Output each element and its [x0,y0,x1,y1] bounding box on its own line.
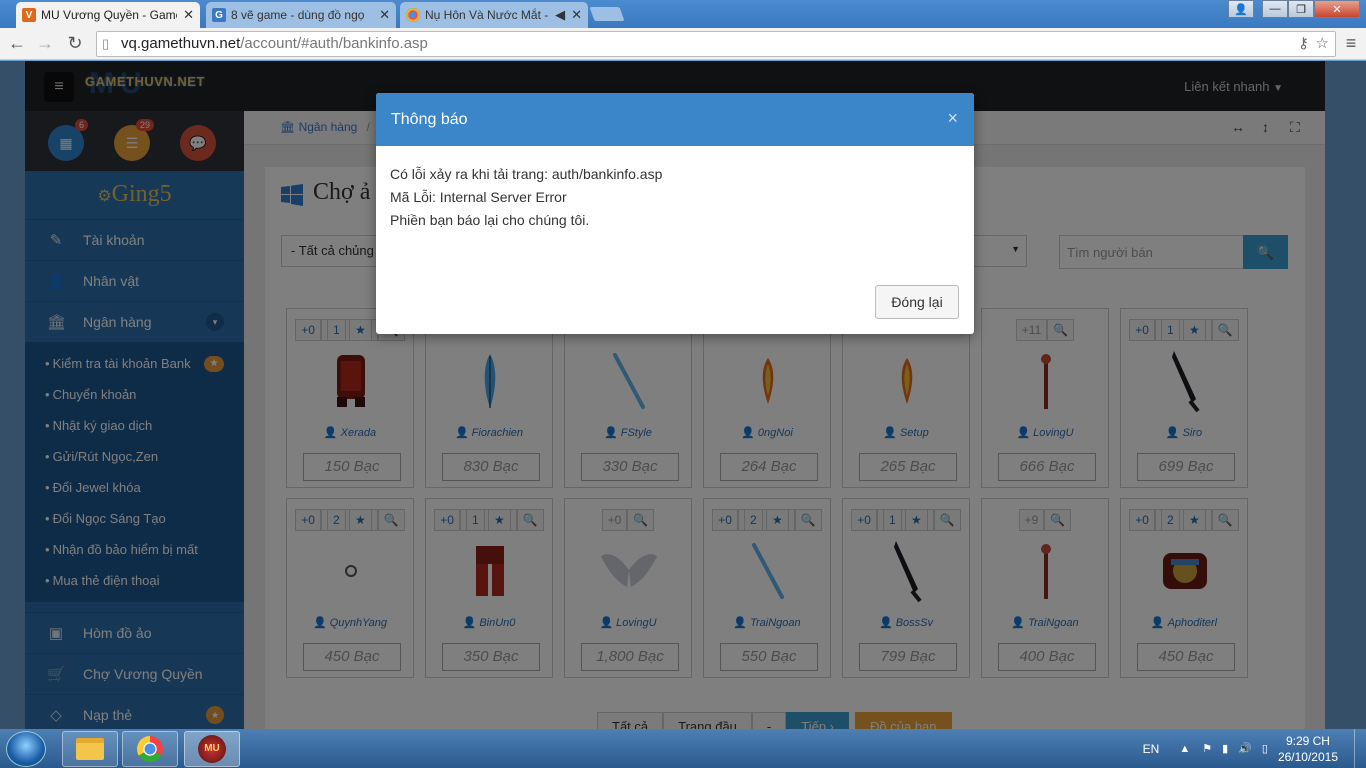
volume-icon[interactable]: 🔊 [1238,742,1252,755]
explorer-taskbar-button[interactable] [62,731,118,767]
clock[interactable]: 9:29 CH 26/10/2015 [1278,733,1338,765]
maximize-button[interactable]: ❐ [1288,0,1314,18]
tab-8-ve-game[interactable]: G 8 vẽ game - dùng đồ ngọ ✕ [206,2,396,28]
close-icon[interactable]: ✕ [379,7,390,23]
page-icon: ▯ [102,36,110,51]
g-icon: G [212,8,226,22]
chrome-icon [137,736,163,762]
notification-dialog: Thông báo × Có lỗi xảy ra khi tải trang:… [376,93,974,334]
power-icon[interactable]: ▯ [1262,742,1268,755]
start-button[interactable] [6,731,46,767]
close-icon[interactable]: × [947,108,958,129]
window-close-button[interactable]: ✕ [1314,0,1360,18]
system-tray: EN ▲ ⚑ ▮ 🔊 ▯ 9:29 CH 26/10/2015 [1143,729,1366,768]
star-icon[interactable]: ☆ [1316,32,1329,56]
tab-mu-vuong-quyen[interactable]: V MU Vương Quyền - Game ✕ [16,2,200,28]
chrome-taskbar-button[interactable] [122,731,178,767]
mu-icon: V [22,8,36,22]
menu-icon[interactable]: ≡ [1340,32,1362,54]
close-dialog-button[interactable]: Đóng lại [875,285,959,319]
show-desktop-button[interactable] [1354,729,1366,768]
network-icon[interactable]: ▮ [1222,742,1228,755]
key-icon[interactable]: ⚷ [1298,32,1309,56]
folder-icon [76,738,104,760]
user-icon[interactable]: 👤 [1228,0,1254,18]
flag-icon[interactable]: ⚑ [1202,742,1212,755]
tab-nu-hon[interactable]: Nụ Hôn Và Nước Mắt - ◀ ✕ [400,2,588,28]
dialog-header: Thông báo × [376,93,974,146]
language-indicator[interactable]: EN [1143,742,1160,756]
taskbar: MU EN ▲ ⚑ ▮ 🔊 ▯ 9:29 CH 26/10/2015 [0,729,1366,768]
url-input[interactable]: ▯ vq.gamethuvn.net/account/#auth/bankinf… [96,31,1336,57]
address-bar-area: ← → ↻ ▯ vq.gamethuvn.net/account/#auth/b… [0,28,1366,60]
mu-taskbar-button[interactable]: MU [184,731,240,767]
error-line-2: Mã Lỗi: Internal Server Error [390,189,567,205]
speaker-icon: ◀ [555,7,566,22]
dialog-title: Thông báo [391,111,468,128]
chrome-icon [406,8,420,22]
dialog-body: Có lỗi xảy ra khi tải trang: auth/bankin… [376,146,974,249]
close-icon[interactable]: ✕ [571,7,582,23]
close-icon[interactable]: ✕ [183,7,194,23]
chevron-up-icon[interactable]: ▲ [1179,743,1190,755]
error-line-3: Phiền bạn báo lại cho chúng tôi. [390,212,590,228]
error-line-1: Có lỗi xảy ra khi tải trang: auth/bankin… [390,166,663,182]
reload-button[interactable]: ↻ [64,32,86,54]
forward-button[interactable]: → [34,32,56,54]
back-button[interactable]: ← [6,32,28,54]
new-tab-button[interactable] [589,7,625,21]
minimize-button[interactable]: — [1262,0,1288,18]
browser-tab-bar: V MU Vương Quyền - Game ✕ G 8 vẽ game - … [0,0,1366,28]
mu-icon: MU [198,735,226,763]
